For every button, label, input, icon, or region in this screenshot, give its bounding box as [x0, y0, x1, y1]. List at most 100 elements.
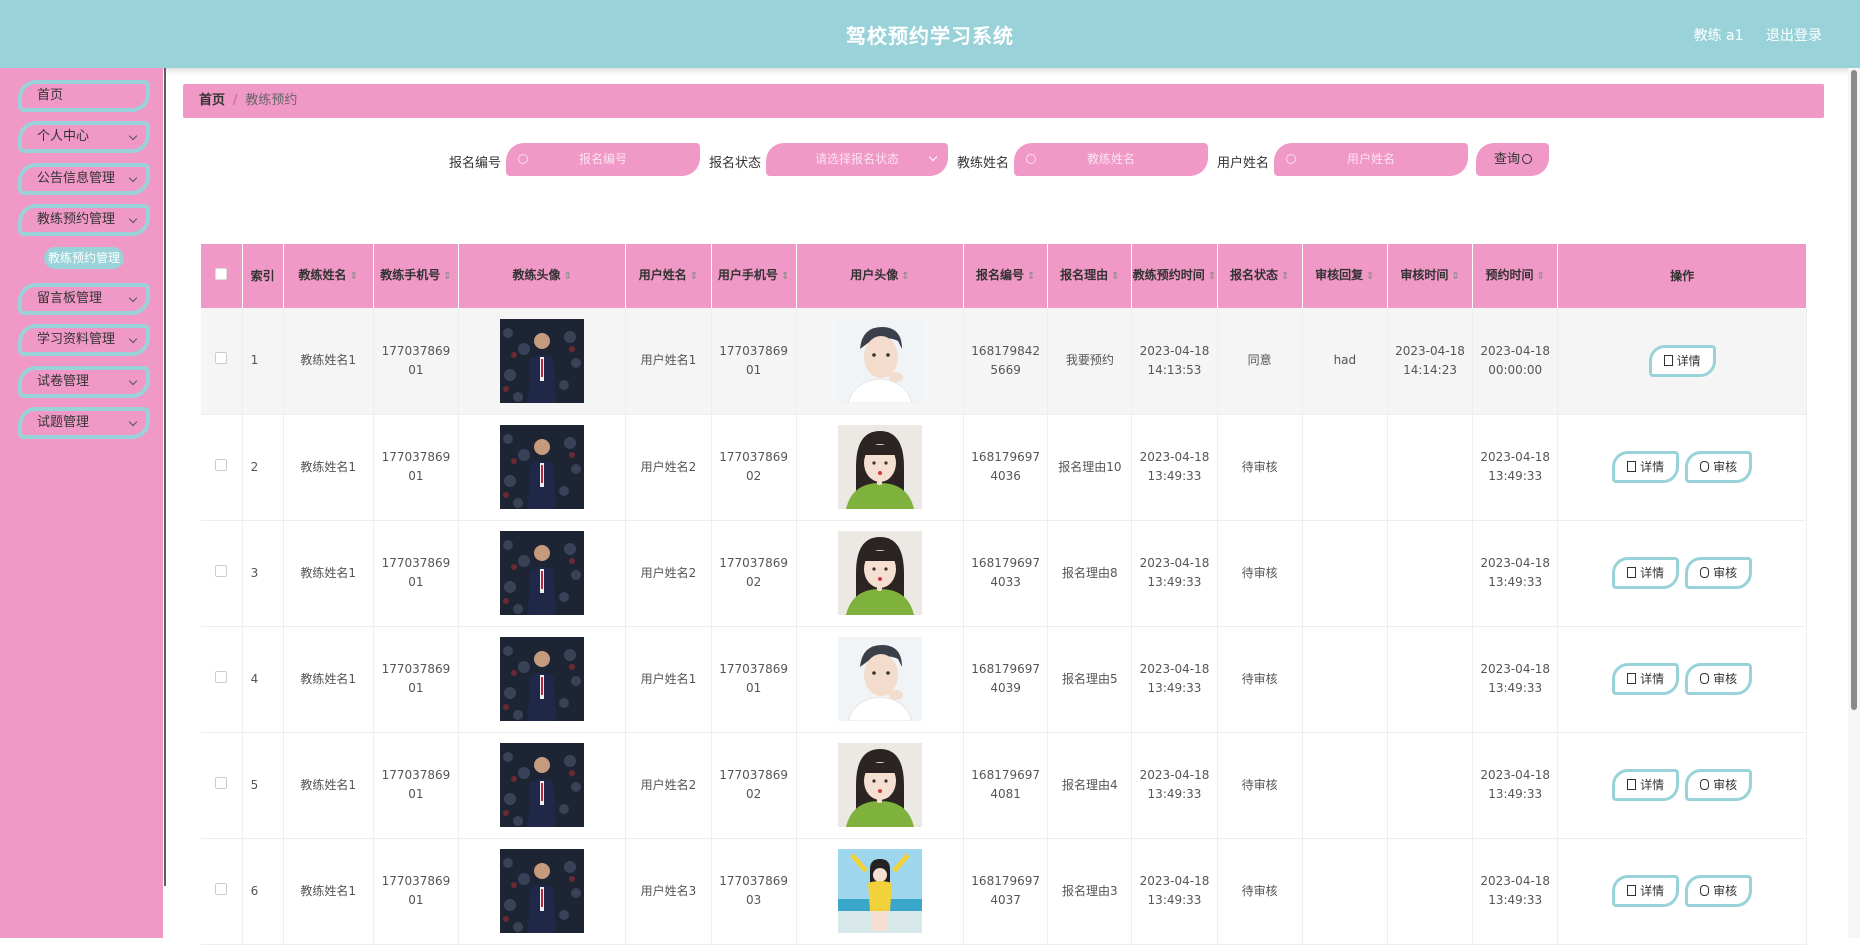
- select-all-checkbox[interactable]: [215, 268, 228, 280]
- enrollment-status-select[interactable]: 请选择报名状态: [766, 143, 948, 176]
- query-button[interactable]: 查询: [1476, 143, 1549, 176]
- sort-icon[interactable]: ⇕: [1281, 271, 1289, 282]
- column-header[interactable]: 报名状态 ⇕: [1217, 244, 1303, 308]
- sort-icon[interactable]: ⇕: [1451, 271, 1459, 282]
- chevron-down-icon: [128, 131, 138, 141]
- table-row: 5 教练姓名1 177037869 01 用户姓名2 177037869 02 1681796…: [201, 732, 1807, 839]
- column-header[interactable]: 教练头像 ⇕: [458, 244, 627, 308]
- sort-icon[interactable]: ⇕: [350, 271, 358, 282]
- sidebar-item-home[interactable]: 首页: [18, 80, 150, 112]
- sidebar-item-message-board[interactable]: 留言板管理: [18, 283, 150, 315]
- cell-index: 2: [242, 414, 284, 521]
- row-select: [201, 308, 243, 415]
- hand-pointer-icon: [1700, 567, 1710, 578]
- cell-review-time: [1387, 838, 1474, 945]
- row-checkbox[interactable]: [215, 670, 228, 683]
- row-checkbox[interactable]: [215, 458, 228, 471]
- chevron-down-icon: [928, 152, 938, 162]
- row-checkbox[interactable]: [215, 352, 228, 365]
- column-header[interactable]: 用户手机号 ⇕: [711, 244, 797, 308]
- user-avatar-image: [837, 743, 922, 827]
- scrollbar-thumb[interactable]: [1851, 70, 1857, 710]
- coach-name-input[interactable]: 教练姓名: [1014, 143, 1208, 176]
- cell-index: 1: [242, 308, 284, 415]
- user-avatar-image: [837, 318, 922, 403]
- sort-icon[interactable]: ⇕: [443, 271, 451, 282]
- current-user[interactable]: 教练 a1: [1694, 28, 1744, 44]
- column-header[interactable]: 教练手机号 ⇕: [373, 244, 460, 308]
- cell-enrollment-no: 168179842 5669: [963, 308, 1049, 415]
- sort-icon[interactable]: ⇕: [1366, 271, 1374, 282]
- sort-icon[interactable]: ⇕: [781, 271, 789, 282]
- sidebar-item-questions[interactable]: 试题管理: [18, 407, 150, 439]
- cell-coach-name: 教练姓名1: [283, 414, 374, 521]
- cell-review-reply: [1302, 626, 1388, 733]
- detail-button[interactable]: 详情: [1612, 769, 1680, 801]
- cell-appointment-time: 2023-04-18 13:49:33: [1472, 626, 1559, 733]
- sort-icon[interactable]: ⇕: [690, 271, 698, 282]
- cell-review-time: 2023-04-18 14:14:23: [1387, 308, 1474, 415]
- document-icon: [1627, 885, 1637, 896]
- document-icon: [1627, 461, 1637, 472]
- detail-button[interactable]: 详情: [1612, 875, 1680, 907]
- sidebar-item-study-materials[interactable]: 学习资料管理: [18, 324, 150, 356]
- enrollment-status-label: 报名状态: [709, 156, 762, 171]
- column-header[interactable]: 报名理由 ⇕: [1047, 244, 1133, 308]
- cell-enrollment-no: 168179697 4036: [963, 414, 1049, 521]
- column-header[interactable]: 用户头像 ⇕: [796, 244, 965, 308]
- column-header[interactable]: 教练预约时间 ⇕: [1131, 244, 1218, 308]
- sidebar-item-papers[interactable]: 试卷管理: [18, 366, 150, 398]
- cell-actions: 详情: [1557, 308, 1807, 415]
- column-header[interactable]: 审核时间 ⇕: [1387, 244, 1474, 308]
- app-title: 驾校预约学习系统: [846, 24, 1014, 48]
- sort-icon[interactable]: ⇕: [1027, 271, 1035, 282]
- coach-avatar-image: [500, 637, 585, 721]
- user-name-input[interactable]: 用户姓名: [1274, 143, 1468, 176]
- review-button[interactable]: 审核: [1685, 875, 1753, 907]
- row-checkbox[interactable]: [215, 564, 228, 577]
- enrollment-no-input[interactable]: 报名编号: [506, 143, 700, 176]
- cell-coach-avatar: [458, 732, 627, 839]
- detail-button[interactable]: 详情: [1612, 557, 1680, 589]
- breadcrumb-home[interactable]: 首页: [199, 93, 225, 108]
- cell-review-reply: [1302, 520, 1388, 627]
- cell-reason: 报名理由3: [1047, 838, 1133, 945]
- cell-coach-phone: 177037869 01: [373, 414, 460, 521]
- column-header[interactable]: 用户姓名 ⇕: [625, 244, 712, 308]
- detail-button[interactable]: 详情: [1612, 663, 1680, 695]
- sort-icon[interactable]: ⇕: [564, 271, 572, 282]
- row-checkbox[interactable]: [215, 882, 228, 895]
- review-button[interactable]: 审核: [1685, 769, 1753, 801]
- detail-button[interactable]: 详情: [1648, 344, 1716, 377]
- cell-enrollment-no: 168179697 4037: [963, 838, 1049, 945]
- column-header[interactable]: 审核回复 ⇕: [1302, 244, 1388, 308]
- review-button[interactable]: 审核: [1685, 557, 1753, 589]
- search-icon: [518, 154, 528, 164]
- scrollbar[interactable]: [1848, 68, 1860, 938]
- sort-icon[interactable]: ⇕: [901, 271, 909, 282]
- row-select: [201, 732, 243, 839]
- cell-reason: 报名理由10: [1047, 414, 1133, 521]
- row-select: [201, 838, 243, 945]
- logout-link[interactable]: 退出登录: [1766, 28, 1822, 44]
- column-header[interactable]: 报名编号 ⇕: [963, 244, 1049, 308]
- review-button[interactable]: 审核: [1685, 663, 1753, 695]
- review-button[interactable]: 审核: [1685, 451, 1753, 483]
- booking-table: 索引 教练姓名 ⇕ 教练手机号 ⇕ 教练头像 ⇕ 用户姓名 ⇕ 用户手机号 ⇕ 用户头像 ⇕…: [201, 244, 1807, 945]
- sidebar-item-coach-booking[interactable]: 教练预约管理: [18, 204, 150, 236]
- sort-icon[interactable]: ⇕: [1208, 271, 1216, 282]
- column-header: 索引: [242, 244, 284, 308]
- coach-avatar-image: [500, 743, 585, 827]
- column-header[interactable]: 预约时间 ⇕: [1472, 244, 1559, 308]
- cell-actions: 详情 审核: [1557, 626, 1807, 733]
- cell-reason: 我要预约: [1047, 308, 1133, 415]
- user-avatar-image: [837, 425, 922, 509]
- sort-icon[interactable]: ⇕: [1111, 271, 1119, 282]
- column-header[interactable]: 教练姓名 ⇕: [283, 244, 374, 308]
- detail-button[interactable]: 详情: [1612, 451, 1680, 483]
- cell-review-time: [1387, 414, 1474, 521]
- sidebar-subitem-coach-booking[interactable]: 教练预约管理: [44, 247, 124, 269]
- row-checkbox[interactable]: [215, 776, 228, 789]
- sort-icon[interactable]: ⇕: [1537, 271, 1545, 282]
- cell-coach-phone: 177037869 01: [373, 520, 460, 627]
